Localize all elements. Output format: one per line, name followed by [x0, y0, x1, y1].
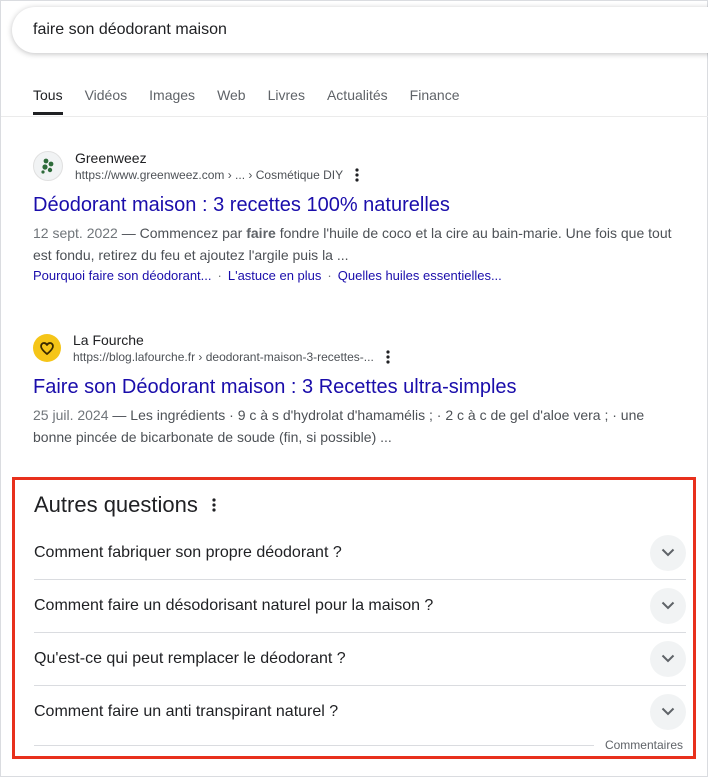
result-snippet: 12 sept. 2022 — Commencez par faire fond… — [33, 222, 683, 266]
more-options-icon[interactable] — [386, 350, 390, 364]
search-tabs: Tous Vidéos Images Web Livres Actualités… — [33, 87, 481, 115]
chevron-down-icon[interactable] — [650, 693, 686, 730]
search-box[interactable]: faire son déodorant maison — [12, 7, 708, 53]
sitelink[interactable]: Quelles huiles essentielles... — [338, 268, 502, 283]
paa-question[interactable]: Qu'est-ce qui peut remplacer le déodoran… — [34, 632, 686, 685]
tab-videos[interactable]: Vidéos — [85, 87, 128, 115]
more-options-icon[interactable] — [355, 168, 359, 182]
chevron-down-icon[interactable] — [650, 587, 686, 624]
paa-title: Autres questions — [34, 492, 198, 517]
tab-web[interactable]: Web — [217, 87, 246, 115]
sitelinks: Pourquoi faire son déodorant... · L'astuce… — [33, 268, 502, 283]
sitelink[interactable]: L'astuce en plus — [228, 268, 322, 283]
tab-finance[interactable]: Finance — [410, 87, 460, 115]
search-result: Greenweez https://www.greenweez.com › ..… — [33, 149, 683, 286]
result-title-link[interactable]: Faire son Déodorant maison : 3 Recettes … — [33, 374, 683, 400]
sitelink[interactable]: Pourquoi faire son déodorant... — [33, 268, 212, 283]
snippet-text: — Les ingrédients · 9 c à s d'hydrolat d… — [33, 407, 645, 445]
snippet-text: — Commencez par — [117, 225, 247, 241]
tabs-divider — [1, 116, 708, 117]
result-date: 12 sept. 2022 — [33, 225, 118, 241]
result-source[interactable]: Greenweez https://www.greenweez.com › ..… — [33, 149, 683, 183]
more-options-icon[interactable] — [212, 498, 216, 512]
feedback-link[interactable]: Commentaires — [605, 738, 683, 752]
tab-actualites[interactable]: Actualités — [327, 87, 388, 115]
search-result: La Fourche https://blog.lafourche.fr › d… — [33, 331, 683, 448]
site-name: Greenweez — [75, 150, 147, 166]
people-also-ask-panel: Autres questions Comment fabriquer son p… — [12, 477, 696, 759]
chevron-down-icon[interactable] — [650, 640, 686, 677]
tab-tous[interactable]: Tous — [33, 87, 63, 115]
result-source[interactable]: La Fourche https://blog.lafourche.fr › d… — [33, 331, 683, 365]
result-title-link[interactable]: Déodorant maison : 3 recettes 100% natur… — [33, 192, 683, 218]
la-fourche-logo-icon — [33, 334, 61, 362]
greenweez-logo-icon — [33, 151, 63, 181]
snippet-highlight: faire — [246, 225, 276, 241]
result-snippet: 25 juil. 2024 — Les ingrédients · 9 c à … — [33, 404, 683, 448]
site-url: https://blog.lafourche.fr › deodorant-ma… — [73, 350, 374, 364]
tab-livres[interactable]: Livres — [268, 87, 305, 115]
search-input[interactable]: faire son déodorant maison — [33, 21, 227, 39]
paa-question-text: Comment fabriquer son propre déodorant ? — [34, 543, 342, 561]
site-name: La Fourche — [73, 332, 144, 348]
tab-images[interactable]: Images — [149, 87, 195, 115]
site-url: https://www.greenweez.com › ... › Cosmét… — [75, 168, 344, 182]
paa-question[interactable]: Comment faire un désodorisant naturel po… — [34, 579, 686, 632]
result-date: 25 juil. 2024 — [33, 407, 109, 423]
divider — [34, 745, 594, 746]
paa-question-text: Qu'est-ce qui peut remplacer le déodoran… — [34, 649, 346, 667]
paa-question-text: Comment faire un anti transpirant nature… — [34, 702, 339, 720]
paa-question-text: Comment faire un désodorisant naturel po… — [34, 596, 434, 614]
paa-question[interactable]: Comment faire un anti transpirant nature… — [34, 685, 686, 738]
paa-question[interactable]: Comment fabriquer son propre déodorant ? — [34, 526, 686, 579]
chevron-down-icon[interactable] — [650, 534, 686, 571]
